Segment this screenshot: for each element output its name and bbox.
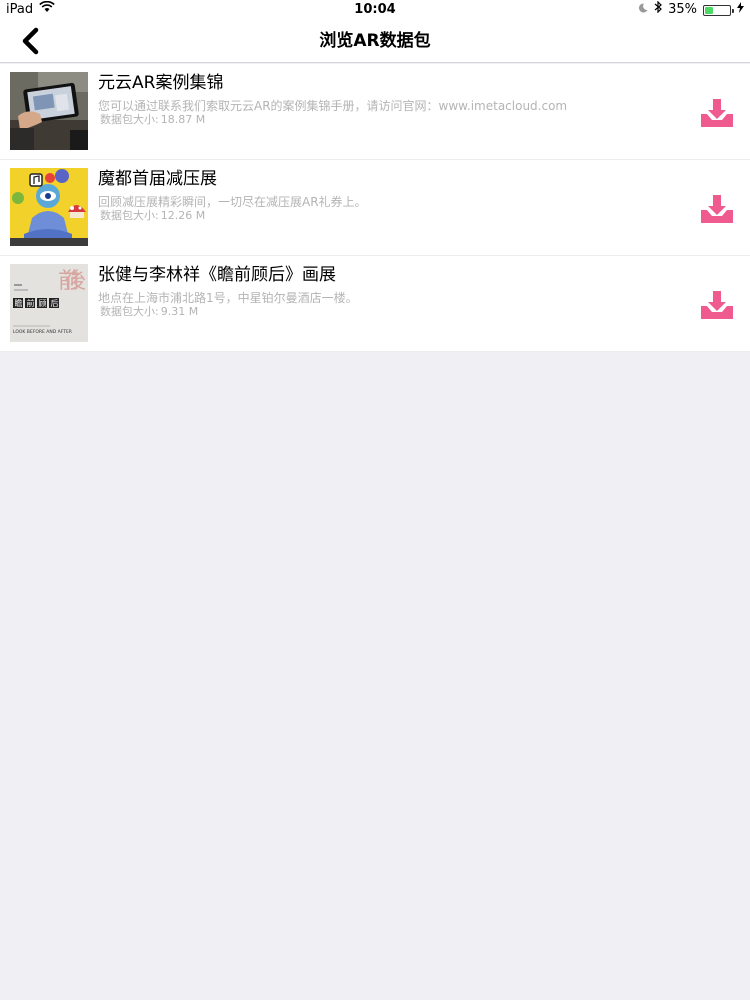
package-row[interactable]: 魔都首届减压展 回顾减压展精彩瞬间，一切尽在减压展AR礼券上。 数据包大小: 12… [0,160,750,256]
meditation-art-thumbnail [10,168,88,246]
page-title: 浏览AR数据包 [319,31,431,51]
download-icon [701,291,733,319]
battery-icon [703,4,734,16]
poster-badge-char: 顾 [39,299,47,308]
battery-percent: 35% [668,2,697,17]
navigation-bar: 浏览AR数据包 [0,20,750,63]
moon-icon [638,0,648,20]
package-size: 数据包大小: 9.31 M [98,305,198,319]
download-icon [701,195,733,223]
package-row[interactable]: 前後 瞻 前 顾 后 LOOK BEFORE AND AFTER 张健与李林祥《… [0,256,750,352]
package-size-value: 18.87 M [160,113,206,126]
package-size-label: 数据包大小: [100,113,159,126]
tablet-photo-thumbnail [10,72,88,150]
package-size-value: 12.26 M [160,209,206,222]
package-size-label: 数据包大小: [100,305,159,318]
package-list: 元云AR案例集锦 您可以通过联系我们索取元云AR的案例集锦手册，请访问官网：ww… [0,64,750,352]
poster-big-char-1: 前後 [58,269,86,294]
package-size: 数据包大小: 12.26 M [98,209,205,223]
package-row[interactable]: 元云AR案例集锦 您可以通过联系我们索取元云AR的案例集锦手册，请访问官网：ww… [0,64,750,160]
download-button[interactable] [700,98,734,128]
battery-fill [705,6,713,14]
exhibition-poster-thumbnail: 前後 瞻 前 顾 后 LOOK BEFORE AND AFTER [10,264,88,342]
battery-tip [732,8,734,13]
download-icon [701,99,733,127]
package-title: 张健与李林祥《瞻前顾后》画展 [98,265,336,285]
status-right: 35% [638,0,744,20]
poster-caption: LOOK BEFORE AND AFTER [13,329,72,335]
poster-badge-char: 后 [51,298,59,308]
package-size-label: 数据包大小: [100,209,159,222]
download-button[interactable] [700,194,734,224]
package-size: 数据包大小: 18.87 M [98,113,205,127]
package-size-value: 9.31 M [160,305,199,318]
package-title: 魔都首届减压展 [98,169,217,189]
package-description: 回顾减压展精彩瞬间，一切尽在减压展AR礼券上。 [98,195,367,209]
poster-badge-char: 前 [27,298,35,308]
charging-icon [737,0,744,20]
package-title: 元云AR案例集锦 [98,73,224,93]
bluetooth-icon [654,0,662,20]
package-description: 您可以通过联系我们索取元云AR的案例集锦手册，请访问官网：www.imetacl… [98,99,568,113]
package-description: 地点在上海市浦北路1号，中星铂尔曼酒店一楼。 [98,291,358,305]
poster-badge-char: 瞻 [15,298,23,308]
status-bar: iPad 10:04 35% [0,0,750,20]
download-button[interactable] [700,290,734,320]
